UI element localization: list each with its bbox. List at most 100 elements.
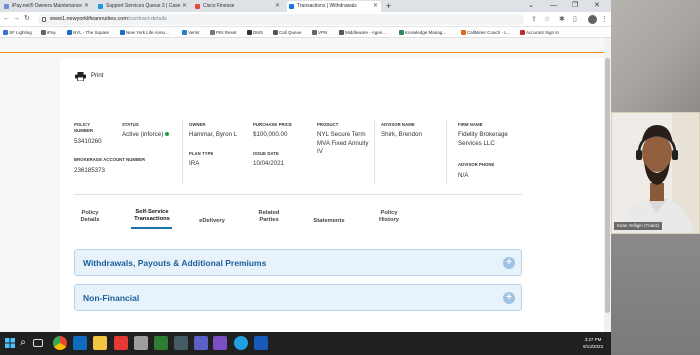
star-icon[interactable]: ☆	[544, 15, 550, 24]
forward-arrow-icon[interactable]: →	[13, 14, 20, 24]
bookmark-item[interactable]: iPay	[40, 27, 56, 38]
bookmark-favicon-icon	[399, 30, 404, 35]
bookmark-label: iPay	[47, 30, 56, 35]
active-app-icon[interactable]	[213, 336, 227, 350]
bookmark-item[interactable]: Call Queue	[272, 27, 302, 38]
owner-value: Hammar, Byron L	[189, 131, 238, 138]
close-icon[interactable]: ✕	[84, 1, 89, 12]
browser-tab[interactable]: Cisco Finesse ✕	[193, 1, 283, 12]
bookmark-item[interactable]: SF Lighting	[2, 27, 32, 38]
back-arrow-icon[interactable]: ←	[3, 14, 10, 24]
plan-type-value: IRA	[189, 160, 200, 167]
plus-circle-icon[interactable]: +	[503, 292, 515, 304]
bookmark-favicon-icon	[67, 30, 72, 35]
tab-edelivery[interactable]: eDelivery	[193, 218, 231, 225]
sidebar-icon[interactable]: ▯	[573, 15, 577, 24]
minimize-icon[interactable]: —	[550, 0, 557, 12]
tab-policy-history[interactable]: Policy History	[372, 210, 406, 224]
bookmark-favicon-icon	[210, 30, 215, 35]
firm-name-value: Fidelity Brokerage Services LLC	[458, 131, 508, 147]
bookmark-item[interactable]: CallMiner Coach - L...	[460, 27, 511, 38]
issue-date-value: 10/04/2021	[253, 160, 284, 167]
tab-label: Cisco Finesse	[203, 3, 235, 9]
tab-related-parties[interactable]: Related Parties	[252, 210, 286, 224]
bookmark-favicon-icon	[247, 30, 252, 35]
tab-favicon-icon	[4, 4, 9, 9]
chevron-down-icon[interactable]: ⌄	[528, 0, 534, 12]
tab-statements[interactable]: Statements	[306, 218, 352, 225]
browser-tab[interactable]: Support Services Queue 3 | Case ✕	[96, 1, 190, 12]
app-icon[interactable]	[114, 336, 128, 350]
search-icon[interactable]: ⌕	[16, 336, 30, 350]
file-explorer-icon[interactable]	[93, 336, 107, 350]
bookmark-item[interactable]: PIN Reset	[209, 27, 237, 38]
product-label: PRODUCT	[317, 122, 339, 127]
bookmark-item[interactable]: NYL - The Square	[66, 27, 109, 38]
app-icon[interactable]	[134, 336, 148, 350]
task-view-icon[interactable]	[33, 339, 43, 347]
advisor-phone-label: ADVISOR PHONE	[458, 162, 495, 167]
chrome-icon[interactable]	[53, 336, 67, 350]
browser-window: iPay.net® Owners Maintenance ✕ Support S…	[0, 0, 611, 332]
reload-icon[interactable]: ↻	[24, 14, 30, 24]
edge-icon[interactable]	[234, 336, 248, 350]
restore-icon[interactable]: ❐	[572, 0, 578, 12]
profile-avatar[interactable]	[588, 15, 597, 24]
close-icon[interactable]: ✕	[275, 1, 280, 12]
plan-type-label: PLAN TYPE	[189, 151, 214, 156]
outlook-icon[interactable]	[73, 336, 87, 350]
bookmark-item[interactable]: Accurant Sign In	[519, 27, 559, 38]
app-icon[interactable]	[174, 336, 188, 350]
url-host: www1.newyorklifeannuities.com	[50, 16, 128, 22]
system-clock[interactable]: 3:27 PM 9/13/2023	[575, 336, 611, 350]
bookmark-item[interactable]: Verint	[181, 27, 200, 38]
participant-name-label: Kiran Yelligiri (Trianz)	[614, 222, 663, 230]
bookmark-item[interactable]: Middleware - Agen...	[338, 27, 386, 38]
windows-taskbar: ⌕ 3:27 PM 9/13/2023	[0, 332, 611, 355]
windows-start-icon[interactable]	[3, 336, 17, 350]
url-bar[interactable]: www1.newyorklifeannuities.com/contract-d…	[38, 14, 524, 25]
tab-favicon-icon	[289, 4, 294, 9]
purchase-price-label: PURCHASE PRICE	[253, 122, 292, 127]
menu-icon[interactable]: ⋮	[601, 15, 608, 24]
policy-number-label: POLICY NUMBER	[74, 122, 93, 133]
bookmark-label: NYL - The Square	[73, 30, 110, 35]
issue-date-label: ISSUE DATE	[253, 151, 279, 156]
tab-policy-details[interactable]: Policy Details	[74, 210, 106, 224]
screen: iPay.net® Owners Maintenance ✕ Support S…	[0, 0, 700, 355]
close-icon[interactable]: ✕	[373, 1, 378, 12]
bookmark-item[interactable]: New York Life Annu...	[119, 27, 169, 38]
active-tab-indicator	[131, 227, 172, 229]
tab-label: Transactions | Withdrawals	[297, 3, 357, 9]
video-tile-empty	[611, 234, 700, 355]
word-icon[interactable]	[254, 336, 268, 350]
section-divider	[74, 194, 522, 195]
video-tile-empty	[611, 0, 700, 112]
close-icon[interactable]: ✕	[182, 1, 187, 12]
video-tile-participant	[611, 112, 700, 234]
teams-icon[interactable]	[194, 336, 208, 350]
app-icon[interactable]	[154, 336, 168, 350]
accordion-withdrawals[interactable]: Withdrawals, Payouts & Additional Premiu…	[74, 249, 522, 276]
bookmark-item[interactable]: Knowledge Manag...	[398, 27, 446, 38]
new-tab-button[interactable]: +	[386, 0, 391, 12]
bookmark-item[interactable]: DMS	[246, 27, 263, 38]
url-path: /contract-details	[127, 16, 167, 22]
close-window-icon[interactable]: ✕	[594, 0, 600, 12]
column-divider	[182, 120, 183, 184]
bookmark-item[interactable]: VPN	[311, 27, 327, 38]
share-icon[interactable]: ⇪	[531, 15, 537, 24]
extensions-icon[interactable]: ✱	[559, 15, 565, 24]
browser-tab[interactable]: iPay.net® Owners Maintenance ✕	[2, 1, 92, 12]
scrollbar-thumb[interactable]	[605, 58, 610, 313]
product-value: NYL Secure Term MVA Fixed Annuity IV	[317, 131, 369, 155]
accordion-non-financial[interactable]: Non-Financial +	[74, 284, 522, 311]
browser-tab-active[interactable]: Transactions | Withdrawals ✕	[287, 1, 381, 12]
bookmark-label: New York Life Annu...	[126, 30, 169, 35]
participant-video-frame	[612, 113, 699, 233]
printer-icon	[75, 72, 86, 81]
owner-label: OWNER	[189, 122, 206, 127]
plus-circle-icon[interactable]: +	[503, 257, 515, 269]
tab-self-service-transactions[interactable]: Self-Service Transactions	[128, 209, 176, 223]
bookmark-label: Middleware - Agen...	[345, 30, 387, 35]
